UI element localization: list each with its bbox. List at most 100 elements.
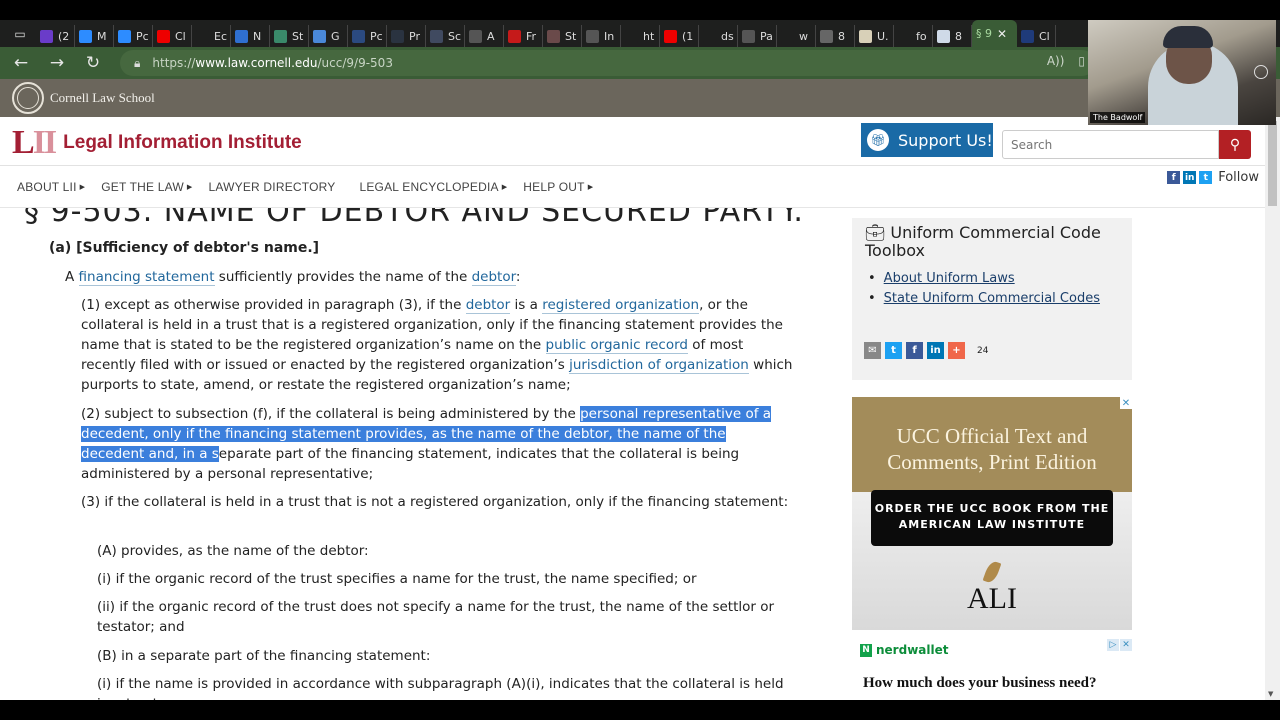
browser-tab[interactable]: w <box>777 25 816 47</box>
nav-item-lawyer-directory[interactable]: LAWYER DIRECTORY <box>208 180 335 194</box>
arch-icon <box>235 29 248 43</box>
tab-label: (2 <box>58 29 70 43</box>
back-icon[interactable]: ← <box>6 48 36 78</box>
cornell-seal-icon[interactable] <box>12 82 44 114</box>
lii-logo[interactable]: LII Legal Information Institute <box>12 126 302 160</box>
browser-tab[interactable]: fo <box>894 25 933 47</box>
immersive-reader-icon[interactable]: ▯ <box>1078 54 1085 68</box>
nav-item-about-lii[interactable]: ABOUT LII ▶ <box>17 180 85 194</box>
browser-tab[interactable]: Cl <box>1017 25 1056 47</box>
browser-tab[interactable]: Pc <box>114 25 153 47</box>
webcam-overlay: The Badwolf <box>1088 20 1276 125</box>
document-icon <box>703 29 716 43</box>
browser-tab[interactable]: (1 <box>660 25 699 47</box>
tab-label: 8 <box>955 29 962 43</box>
forward-icon[interactable]: → <box>42 48 72 78</box>
cornell-law-school-link[interactable]: Cornell Law School <box>50 90 155 106</box>
image-icon <box>820 29 833 43</box>
follow-label[interactable]: Follow <box>1218 170 1259 185</box>
adchoices-icon[interactable]: ▷ <box>1107 639 1119 651</box>
browser-tab[interactable]: (2 <box>36 25 75 47</box>
more-share-icon[interactable]: + <box>948 342 965 359</box>
site-header: LII Legal Information Institute 🎁︎ Suppo… <box>0 117 1265 166</box>
browser-tab[interactable]: 8 <box>933 25 972 47</box>
financing-statement-link[interactable]: financing statement <box>78 269 215 286</box>
public-organic-record-link[interactable]: public organic record <box>545 337 688 354</box>
browser-tab[interactable]: St <box>270 25 309 47</box>
tab-label: w <box>799 29 808 43</box>
debtor-link[interactable]: debtor <box>471 269 516 286</box>
twitter-share-icon[interactable]: t <box>885 342 902 359</box>
email-share-icon[interactable]: ✉ <box>864 342 881 359</box>
paragraph-1: (1) except as otherwise provided in para… <box>81 297 793 393</box>
browser-tab[interactable]: In <box>582 25 621 47</box>
scrollbar-thumb[interactable] <box>1268 121 1277 206</box>
close-tab-icon[interactable]: ✕ <box>997 27 1007 41</box>
browser-tab[interactable]: Ec <box>192 25 231 47</box>
ali-flame-icon <box>982 559 1002 585</box>
search-button[interactable]: ⚲ <box>1219 130 1251 159</box>
browser-tab[interactable]: Pa <box>738 25 777 47</box>
url-bar[interactable]: 🔒︎ https://www.law.cornell.edu/ucc/9/9-5… <box>120 50 1095 76</box>
tab-label: N <box>253 29 262 43</box>
browser-tab[interactable]: N <box>231 25 270 47</box>
facebook-share-icon[interactable]: f <box>906 342 923 359</box>
ad-close-icon[interactable]: ✕ <box>1120 639 1132 651</box>
jurisdiction-of-organization-link[interactable]: jurisdiction of organization <box>569 357 749 374</box>
page-scrollbar[interactable]: ▼ <box>1265 117 1280 700</box>
tab-label: Sc <box>448 29 462 43</box>
tab-label: Cl <box>1039 29 1050 43</box>
registered-organization-link[interactable]: registered organization <box>542 297 700 314</box>
browser-tab[interactable]: Pr <box>387 25 426 47</box>
tab-actions-icon[interactable]: ▭ <box>10 24 30 44</box>
search-icon <box>781 29 794 43</box>
zoom-icon <box>118 29 131 43</box>
caret-right-icon: ▶ <box>79 184 86 191</box>
tab-label: § 9 <box>976 27 992 40</box>
browser-tab-active[interactable]: § 9 ✕ <box>972 20 1017 47</box>
scroll-down-arrow-icon[interactable]: ▼ <box>1268 690 1273 698</box>
linkedin-icon[interactable]: in <box>1183 171 1197 184</box>
nav-item-label: LEGAL ENCYCLOPEDIA <box>359 180 499 194</box>
browser-tab[interactable]: Pc <box>348 25 387 47</box>
nav-item-help-out[interactable]: HELP OUT ▶ <box>523 180 593 194</box>
refresh-icon[interactable]: ↻ <box>78 48 108 78</box>
browser-tab[interactable]: Cl <box>153 25 192 47</box>
tab-label: Fr <box>526 29 537 43</box>
ad-close-icon[interactable]: ✕ <box>1120 397 1132 409</box>
browser-tab[interactable]: Fr <box>504 25 543 47</box>
tab-label: ht <box>643 29 655 43</box>
browser-tab[interactable]: G <box>309 25 348 47</box>
debtor-link[interactable]: debtor <box>465 297 511 314</box>
nav-item-legal-encyclopedia[interactable]: LEGAL ENCYCLOPEDIA ▶ <box>359 180 507 194</box>
subparagraph-a-ii: (ii) if the organic record of the trust … <box>97 599 775 635</box>
state-ucc-link[interactable]: State Uniform Commercial Codes <box>884 291 1100 306</box>
browser-tab[interactable]: St <box>543 25 582 47</box>
nav-item-get-the-law[interactable]: GET THE LAW ▶ <box>101 180 192 194</box>
nerdwallet-n-icon: N <box>860 643 872 657</box>
read-aloud-icon[interactable]: A)) <box>1047 54 1065 68</box>
ali-advertisement[interactable]: ✕ UCC Official Text and Comments, Print … <box>852 397 1132 630</box>
nav-item-label: HELP OUT <box>523 180 585 194</box>
nerdwallet-logo: Nnerdwallet <box>860 643 948 657</box>
browser-tab[interactable]: U. <box>855 25 894 47</box>
browser-tab[interactable]: Sc <box>426 25 465 47</box>
zoom-icon <box>352 29 365 43</box>
url-path: /ucc/9/9-503 <box>317 56 393 70</box>
linkedin-share-icon[interactable]: in <box>927 342 944 359</box>
browser-tab[interactable]: A <box>465 25 504 47</box>
document-icon <box>1060 29 1073 43</box>
about-uniform-laws-link[interactable]: About Uniform Laws <box>884 271 1015 286</box>
ad-cta-button[interactable]: ORDER THE UCC BOOK FROM THE AMERICAN LAW… <box>871 490 1113 546</box>
support-us-button[interactable]: 🎁︎ Support Us! <box>861 123 993 157</box>
tab-label: G <box>331 29 340 43</box>
search-input[interactable] <box>1002 130 1219 159</box>
facebook-icon[interactable]: f <box>1167 171 1181 184</box>
browser-tab[interactable]: ht <box>621 25 660 47</box>
main-nav: ABOUT LII ▶ GET THE LAW ▶ LAWYER DIRECTORY LE… <box>0 166 1265 208</box>
mail-icon <box>40 29 53 43</box>
twitter-icon[interactable]: t <box>1199 171 1213 184</box>
browser-tab[interactable]: 8 <box>816 25 855 47</box>
browser-tab[interactable]: M <box>75 25 114 47</box>
browser-tab[interactable]: ds <box>699 25 738 47</box>
